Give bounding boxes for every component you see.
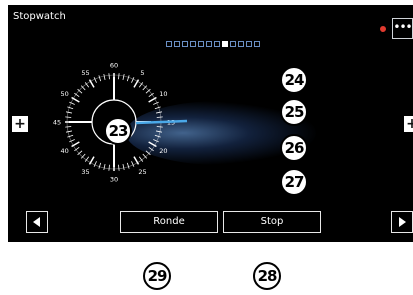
page-dot — [230, 41, 236, 47]
callout-29: 29 — [143, 262, 171, 290]
page-dot — [198, 41, 204, 47]
callout-27: 27 — [280, 168, 308, 196]
dial-tick — [153, 139, 159, 143]
dial-number-label: 50 — [60, 90, 68, 98]
stopwatch-screen: Stopwatch ••• 60510152025303540455055 + … — [8, 5, 413, 242]
dial-number-label: 60 — [110, 62, 118, 70]
dial-tick — [126, 162, 130, 169]
dial-tick — [155, 111, 163, 114]
dial-tick — [93, 161, 97, 167]
dial-tick — [103, 73, 106, 81]
callout-23: 23 — [104, 117, 132, 145]
dial-number-label: 10 — [159, 90, 167, 98]
page-dot — [214, 41, 220, 47]
dial-number-label: 55 — [81, 69, 89, 77]
dial-tick — [126, 75, 130, 82]
dial-tick — [108, 73, 110, 80]
dial-number-label: 30 — [110, 176, 118, 184]
previous-page-button[interactable] — [26, 211, 48, 233]
arrow-right-icon — [399, 217, 406, 227]
dial-tick — [131, 161, 135, 167]
stop-button[interactable]: Stop — [223, 211, 321, 233]
next-page-button[interactable] — [391, 211, 413, 233]
dial-tick — [118, 73, 120, 80]
dial-number-label: 40 — [60, 147, 68, 155]
dial-tick — [103, 163, 106, 171]
left-plus-button[interactable]: + — [12, 116, 28, 132]
dial-tick — [118, 164, 120, 171]
more-options-button[interactable]: ••• — [392, 18, 413, 39]
right-plus-button[interactable]: + — [404, 116, 413, 132]
dial-tick — [154, 134, 161, 138]
callout-24: 24 — [280, 66, 308, 94]
dial-tick — [69, 101, 75, 105]
dial-number-label: 20 — [159, 147, 167, 155]
page-dot — [206, 41, 212, 47]
dial-tick — [155, 130, 163, 133]
lap-button[interactable]: Ronde — [120, 211, 218, 233]
dial-tick — [93, 77, 97, 83]
dial-tick — [65, 111, 73, 114]
dial-tick — [67, 106, 74, 110]
dial-tick — [154, 106, 161, 110]
callout-25: 25 — [280, 98, 308, 126]
page-dot — [190, 41, 196, 47]
dial-number-label: 35 — [81, 168, 89, 176]
dial-tick — [65, 130, 73, 133]
dial-tick — [156, 116, 163, 118]
arrow-left-icon — [33, 217, 40, 227]
page-dot — [222, 41, 228, 47]
dial-number-label: 25 — [138, 168, 146, 176]
dial-tick — [108, 164, 110, 171]
dial-tick — [65, 126, 72, 128]
dial-tick — [153, 101, 159, 105]
page-dot — [254, 41, 260, 47]
dial-tick — [131, 77, 135, 83]
callout-28: 28 — [253, 262, 281, 290]
dial-tick — [98, 75, 102, 82]
dial-tick — [122, 163, 125, 171]
dial-number-label: 45 — [53, 119, 61, 127]
dial-tick — [65, 116, 72, 118]
recording-indicator-dot — [380, 26, 386, 32]
dial-number-label: 5 — [140, 69, 144, 77]
dial-tick — [98, 162, 102, 169]
page-dot — [246, 41, 252, 47]
page-title: Stopwatch — [13, 11, 66, 22]
dial-tick — [156, 126, 163, 128]
callout-26: 26 — [280, 134, 308, 162]
dial-tick — [122, 73, 125, 81]
dial-tick — [69, 139, 75, 143]
page-dot — [238, 41, 244, 47]
dial-tick — [67, 134, 74, 138]
